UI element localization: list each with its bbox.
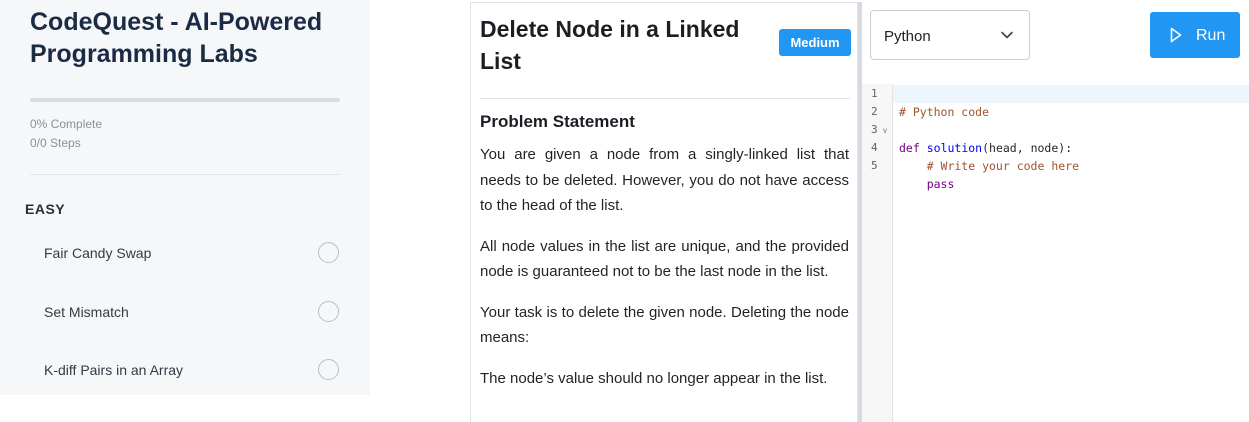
line-number: 1 — [871, 87, 878, 100]
problem-paragraph: All node values in the list are unique, … — [480, 237, 849, 281]
app-title: CodeQuest - AI-Powered Programming Labs — [30, 8, 323, 68]
line-number: 2 — [871, 105, 878, 118]
language-select-value: Python — [884, 28, 931, 45]
language-select[interactable]: Python — [870, 10, 1030, 60]
circle-icon — [318, 242, 339, 263]
problem-paragraph: You are given a node from a singly-linke… — [480, 146, 849, 214]
play-icon — [1170, 27, 1182, 43]
problem-title: Delete Node in a Linked List — [480, 16, 740, 74]
code-line: # Python code — [893, 85, 1249, 119]
sidebar-item-fair-candy-swap[interactable]: Fair Candy Swap — [0, 233, 370, 273]
problem-paragraph: The node’s value should no longer appear… — [480, 369, 828, 387]
circle-icon — [318, 301, 339, 322]
steps-count-text: 0/0 Steps — [30, 136, 81, 150]
problem-statement-heading: Problem Statement — [480, 112, 635, 131]
difficulty-badge: Medium — [779, 29, 851, 56]
problem-paragraph: Your task is to delete the given node. D… — [480, 303, 849, 347]
fold-arrow-icon[interactable]: v — [883, 126, 887, 135]
code-area[interactable]: # Python code def solution(head, node): … — [893, 84, 1249, 422]
sidebar: CodeQuest - AI-Powered Programming Labs … — [0, 0, 370, 395]
code-line: pass — [893, 157, 1249, 191]
code-line-text: pass — [899, 177, 955, 191]
problem-divider — [480, 98, 850, 99]
sidebar-item-label: K-diff Pairs in an Array — [44, 362, 184, 378]
code-line: # Write your code here — [893, 139, 1249, 173]
problem-body: Problem Statement You are given a node f… — [480, 111, 849, 406]
chevron-down-icon — [1001, 31, 1013, 39]
progress-bar — [30, 98, 340, 102]
run-button[interactable]: Run — [1150, 12, 1240, 58]
line-number: 4 — [871, 141, 878, 154]
line-number: 5 — [871, 159, 878, 172]
progress-percent-text: 0% Complete — [30, 117, 103, 131]
sidebar-item-k-diff-pairs[interactable]: K-diff Pairs in an Array — [0, 350, 370, 390]
line-number: 3 — [871, 123, 878, 136]
code-editor[interactable]: 1 2 3 v 4 5 # Python code def solution(h… — [862, 84, 1249, 422]
sidebar-item-label: Set Mismatch — [44, 304, 129, 320]
line-number-gutter: 1 2 3 v 4 5 — [862, 84, 893, 422]
code-line: def solution(head, node): — [893, 121, 1249, 155]
problem-panel: Delete Node in a Linked List Medium Prob… — [470, 2, 858, 422]
sidebar-divider — [30, 174, 340, 175]
sidebar-item-set-mismatch[interactable]: Set Mismatch — [0, 292, 370, 332]
section-label-easy: EASY — [25, 201, 66, 217]
sidebar-item-label: Fair Candy Swap — [44, 245, 152, 261]
circle-icon — [318, 359, 339, 380]
run-button-label: Run — [1196, 27, 1226, 44]
editor-pane: Python Run 1 2 3 v 4 5 # Python code def… — [862, 0, 1249, 422]
